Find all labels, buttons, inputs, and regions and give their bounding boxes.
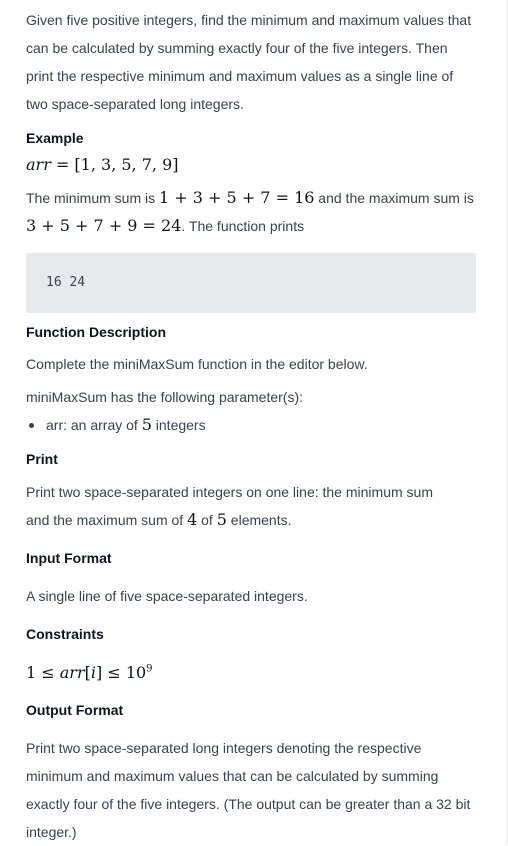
input-format-text: A single line of five space-separated in… [26,588,308,604]
parameter-item: arr: an array of 5 integers [26,411,476,439]
constraint-exponent: 9 [146,664,153,675]
constraint-var: arr [59,663,85,683]
print-num-four: 4 [187,510,198,529]
function-description-line2: miniMaxSum has the following parameter(s… [26,389,303,405]
constraint-upper: ≤ 10 [102,663,147,683]
constraints-math: 1 ≤ arr[i] ≤ 109 [26,656,476,688]
intro-paragraph: Given five positive integers, find the m… [26,12,472,112]
print-line-b-2: of [197,512,217,528]
function-description-line1: Complete the miniMaxSum function in the … [26,356,368,372]
sum-text-1: The minimum sum is [26,190,160,206]
print-heading: Print [26,451,58,467]
param-count: 5 [141,415,152,434]
arr-values: = [1, 3, 5, 7, 9] [50,155,179,174]
print-num-five: 5 [216,510,227,529]
output-format-text: Print two space-separated long integers … [26,740,471,840]
example-sums: The minimum sum is 1 + 3 + 5 + 7 = 16 an… [26,184,476,240]
print-line-b-1: and the maximum sum of [26,512,188,528]
input-format-heading: Input Format [26,550,112,566]
max-sum-math: 3 + 5 + 7 + 9 = 24 [26,216,182,235]
print-line-a: Print two space-separated integers on on… [26,484,433,500]
constraints-heading: Constraints [26,626,104,642]
param-suffix: integers [151,417,206,433]
bullet-icon [29,423,34,428]
constraint-lower: 1 ≤ [26,663,60,683]
example-output: 16 24 [46,275,86,290]
function-description-heading: Function Description [26,324,166,340]
example-array: arr = [1, 3, 5, 7, 9] [26,151,476,180]
output-format-heading: Output Format [26,702,124,718]
min-sum-math: 1 + 3 + 5 + 7 = 16 [159,188,315,207]
print-text: Print two space-separated integers on on… [26,478,476,534]
arr-variable: arr [26,155,51,174]
example-heading: Example [26,130,84,146]
print-line-b-3: elements. [226,512,292,528]
param-prefix: arr: an array of [46,417,142,433]
sum-text-2: and the maximum sum is [314,190,474,206]
sum-text-3: . The function prints [181,218,305,234]
example-output-block: 16 24 [26,253,476,313]
parameter-list: arr: an array of 5 integers [26,411,476,439]
